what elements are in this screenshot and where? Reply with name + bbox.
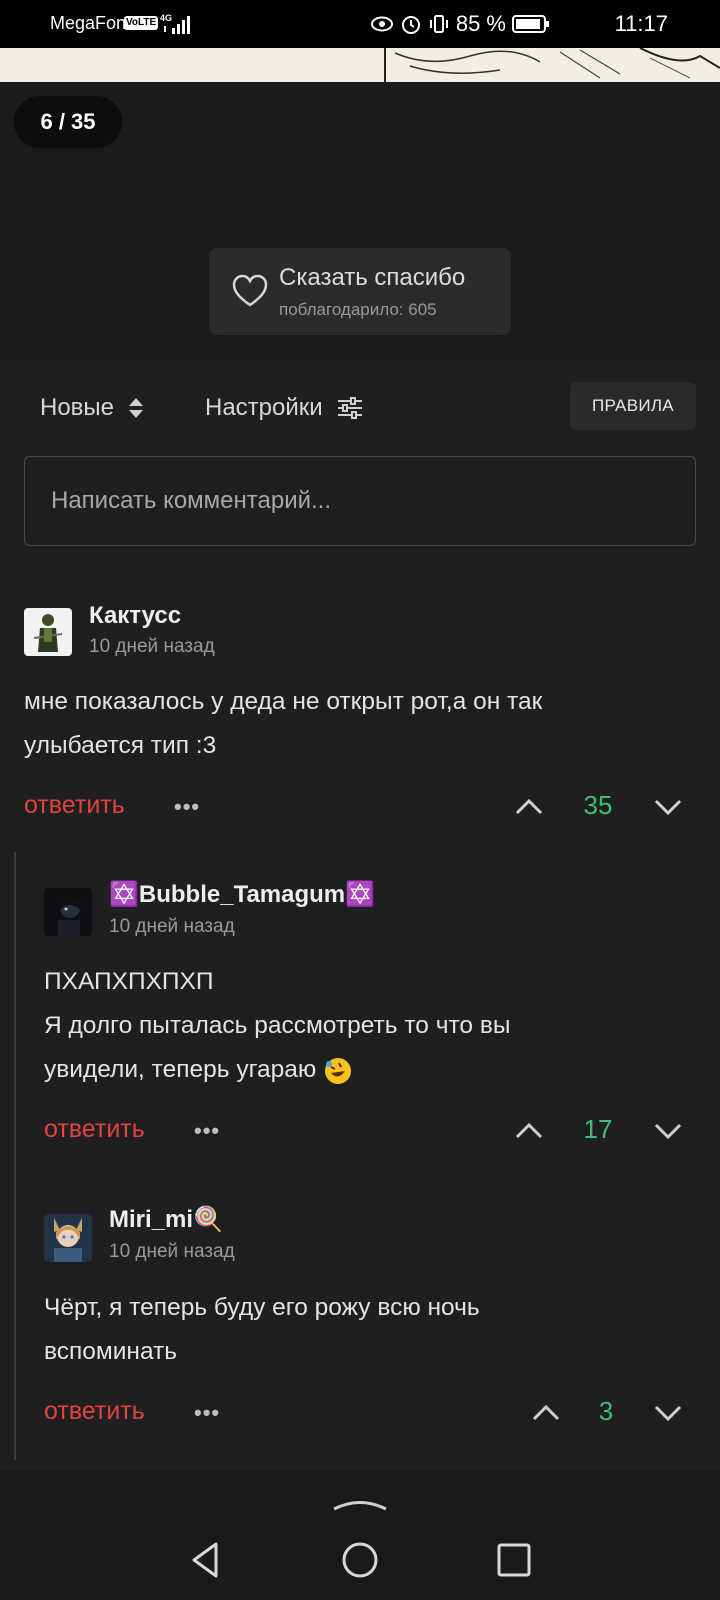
comment-line: Чёрт, я теперь буду его рожу всю ночь xyxy=(44,1294,480,1321)
avatar[interactable] xyxy=(44,1214,92,1262)
vote-count: 17 xyxy=(583,1114,613,1144)
comment-timestamp: 10 дней назад xyxy=(89,636,215,657)
comment-line: мне показалось у деда не открыт рот,а он… xyxy=(24,688,543,715)
heart-icon xyxy=(232,274,268,307)
battery-percent: 85 % xyxy=(455,11,506,36)
upvote-icon[interactable] xyxy=(513,791,545,823)
rules-button[interactable]: ПРАВИЛА xyxy=(570,382,696,430)
rolling-laughing-emoji xyxy=(325,1057,352,1084)
bottom-navigation-bar xyxy=(0,1470,720,1600)
reply-button[interactable]: ответить xyxy=(24,791,125,820)
comment-body: ПХАПХПХПХП Я долго пыталась рассмотреть … xyxy=(44,960,704,1092)
comment-line: ПХАПХПХПХП xyxy=(44,968,214,995)
recent-apps-icon[interactable] xyxy=(494,1540,534,1580)
reply-button[interactable]: ответить xyxy=(44,1115,145,1144)
upvote-icon[interactable] xyxy=(513,1115,545,1147)
comment-timestamp: 10 дней назад xyxy=(109,1241,235,1262)
comment-input[interactable] xyxy=(24,456,696,546)
comment-body: мне показалось у деда не открыт рот,а он… xyxy=(24,680,704,768)
page-counter: 6 / 35 xyxy=(14,96,122,148)
comment-body: Чёрт, я теперь буду его рожу всю ночь вс… xyxy=(44,1286,704,1374)
eye-icon xyxy=(370,16,393,32)
thanks-title: Сказать спасибо xyxy=(279,264,466,291)
volte-badge: VoLTE xyxy=(124,16,159,30)
signal-icon: 4G xyxy=(160,13,190,34)
back-icon[interactable] xyxy=(186,1540,226,1580)
sort-label: Новые xyxy=(40,394,115,421)
avatar[interactable] xyxy=(44,888,92,936)
thanks-count: поблагодарило: 605 xyxy=(279,300,437,319)
star-of-david-emoji: ✡️ xyxy=(109,881,139,908)
more-options-button[interactable]: ••• xyxy=(194,1400,220,1426)
vote-count: 35 xyxy=(583,790,613,820)
alarm-icon xyxy=(401,16,420,34)
comment-username[interactable]: Miri_mi🍭 xyxy=(109,1205,223,1234)
comment-username[interactable]: Кактусс xyxy=(89,602,181,630)
sliders-icon xyxy=(337,397,362,419)
status-bar: MegaFon VoLTE 4G 85 % 11:17 xyxy=(0,0,720,48)
settings-button[interactable]: Настройки xyxy=(205,388,363,428)
reply-button[interactable]: ответить xyxy=(44,1397,145,1426)
comment-line: увидели, теперь угараю xyxy=(44,1048,704,1092)
comment-timestamp: 10 дней назад xyxy=(109,916,235,937)
more-options-button[interactable]: ••• xyxy=(174,794,200,820)
say-thanks-button[interactable]: Сказать спасибо поблагодарило: 605 xyxy=(209,248,511,335)
comment-username[interactable]: ✡️Bubble_Tamagum✡️ xyxy=(109,880,375,909)
sort-arrows-icon xyxy=(129,398,144,418)
status-icons: 85 % xyxy=(370,10,550,38)
comment-line: Я долго пыталась рассмотреть то что вы xyxy=(44,1012,511,1039)
thread-line xyxy=(14,852,16,1460)
clock: 11:17 xyxy=(614,11,668,36)
lollipop-emoji: 🍭 xyxy=(193,1206,223,1233)
vote-count: 3 xyxy=(598,1396,614,1426)
comment-line: улыбается тип :3 xyxy=(24,732,217,759)
settings-label: Настройки xyxy=(205,394,323,421)
sort-button[interactable]: Новые xyxy=(40,388,144,428)
manga-page-image[interactable] xyxy=(0,48,720,82)
home-icon[interactable] xyxy=(340,1540,380,1580)
battery-icon xyxy=(512,15,549,33)
star-of-david-emoji: ✡️ xyxy=(345,881,376,908)
downvote-icon[interactable] xyxy=(652,1115,684,1147)
more-options-button[interactable]: ••• xyxy=(194,1118,220,1144)
chevron-up-icon[interactable] xyxy=(330,1496,390,1512)
comment-line: вспоминать xyxy=(44,1338,178,1365)
upvote-icon[interactable] xyxy=(530,1397,562,1429)
carrier-name: MegaFon xyxy=(50,13,127,33)
vibrate-icon xyxy=(429,15,448,33)
downvote-icon[interactable] xyxy=(652,791,684,823)
svg-text:4G: 4G xyxy=(160,13,172,23)
downvote-icon[interactable] xyxy=(652,1397,684,1429)
avatar[interactable] xyxy=(24,608,72,656)
